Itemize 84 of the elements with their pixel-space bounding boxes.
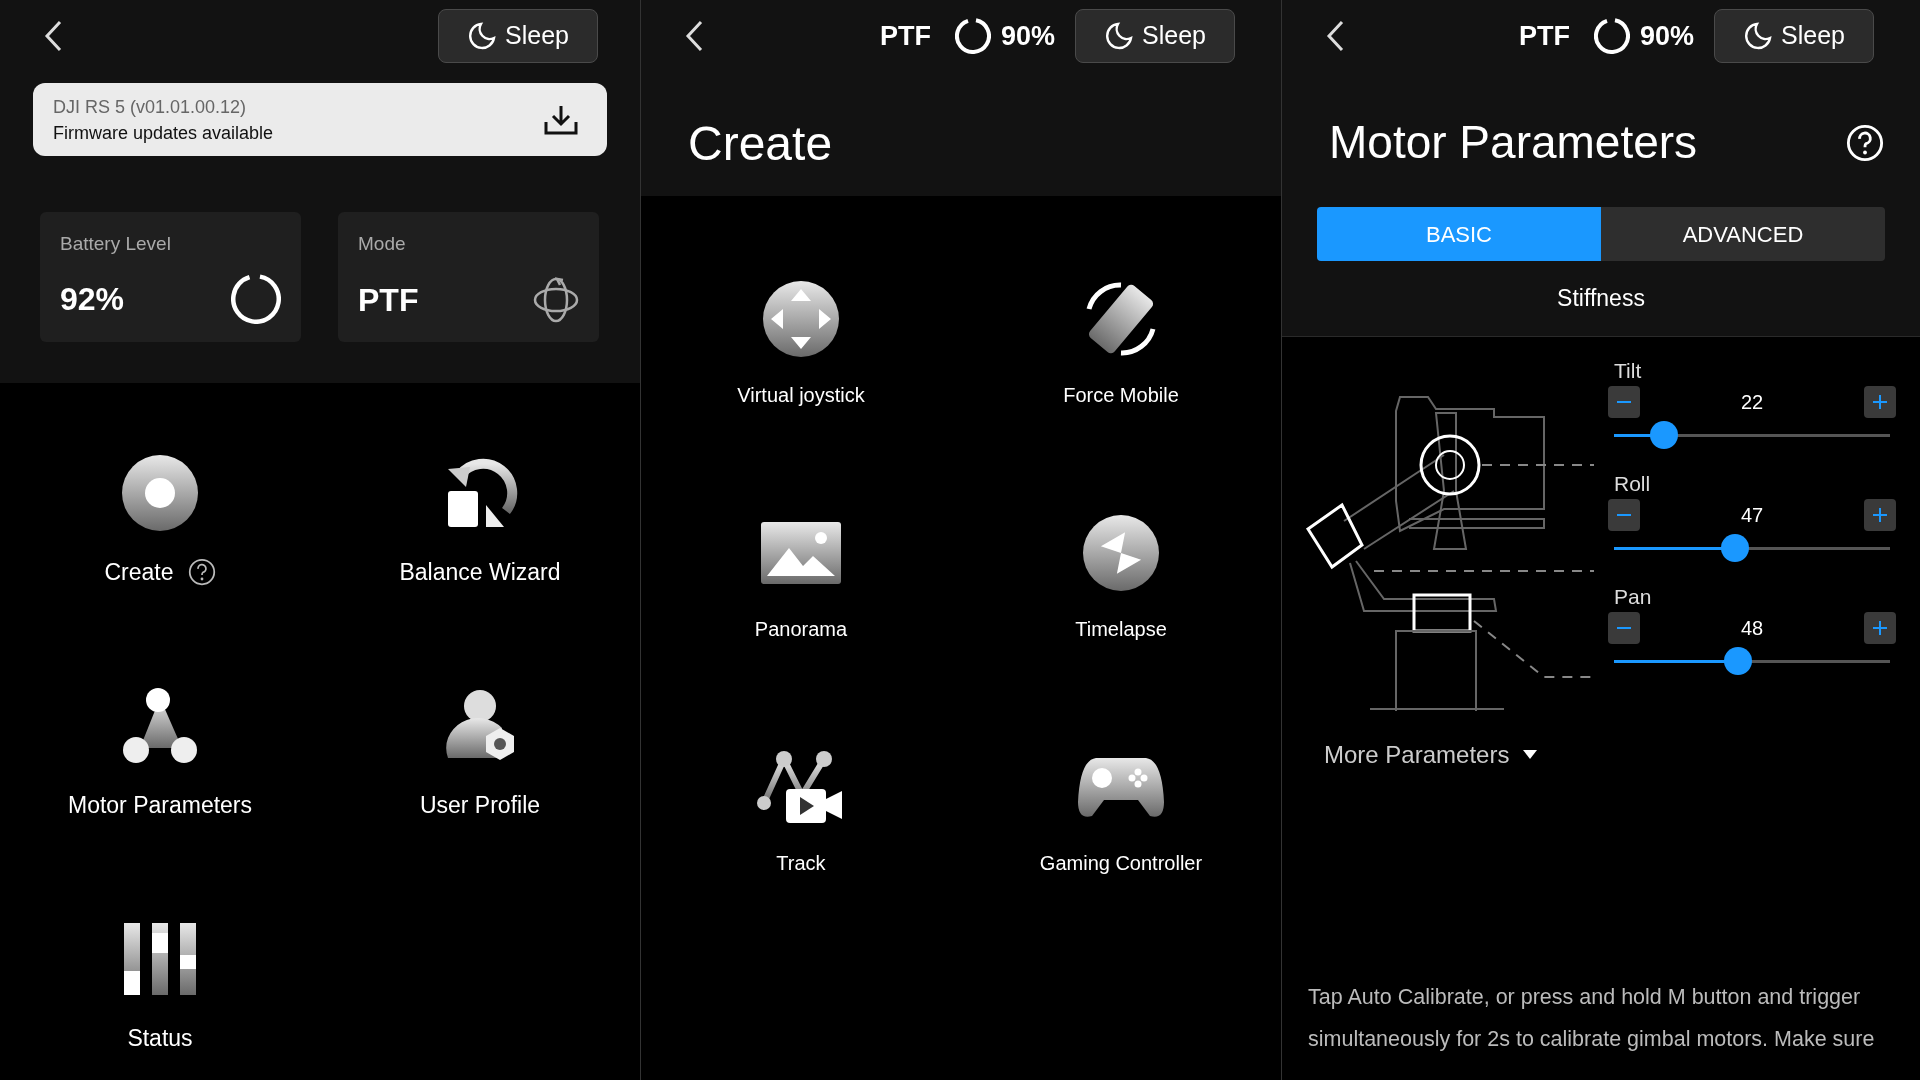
feature-tile[interactable]: Virtual joystick	[641, 276, 961, 510]
feature-tile[interactable]: Motor Parameters	[0, 676, 320, 909]
minus-icon	[1617, 400, 1631, 403]
feature-tile[interactable]: Create	[0, 443, 320, 676]
page-title: Create	[687, 116, 834, 172]
orbit-icon	[533, 277, 579, 323]
minus-icon	[1617, 626, 1631, 629]
sleep-button[interactable]: Sleep	[1714, 9, 1874, 63]
section-title: Stiffness	[1557, 284, 1645, 313]
dropdown-caret-icon	[1523, 750, 1538, 759]
joystick-icon	[761, 279, 841, 359]
moon-icon	[1104, 21, 1134, 51]
back-icon[interactable]	[44, 20, 64, 52]
stiffness-slider[interactable]	[1614, 533, 1890, 562]
slider-thumb[interactable]	[1721, 533, 1750, 562]
moon-icon	[1743, 21, 1773, 51]
stiffness-slider[interactable]	[1614, 420, 1890, 449]
item-label: Force Mobile	[1063, 383, 1179, 408]
menu-label: User Profile	[419, 791, 541, 820]
feature-tile[interactable]: Gaming Controller	[961, 744, 1281, 978]
feature-tile[interactable]: User Profile	[320, 676, 640, 909]
help-icon[interactable]	[187, 558, 216, 587]
landscape-image-icon	[759, 520, 843, 586]
minus-icon	[1617, 513, 1631, 516]
battery-ring-icon	[231, 274, 281, 324]
menu-label: Create	[104, 558, 174, 587]
back-icon[interactable]	[685, 20, 705, 52]
mode-tab[interactable]: ADVANCED	[1601, 207, 1885, 261]
menu-label: Balance Wizard	[399, 558, 561, 587]
more-parameters-toggle[interactable]: More Parameters	[1324, 736, 1538, 773]
hourglass-icon	[1081, 513, 1161, 593]
item-label: Panorama	[754, 617, 848, 642]
decrease-button[interactable]	[1608, 611, 1640, 644]
card-label: Battery Level	[60, 232, 172, 256]
download-icon[interactable]	[543, 103, 579, 136]
plus-icon	[1873, 394, 1887, 409]
increase-button[interactable]	[1864, 611, 1896, 644]
card-value: 92%	[60, 280, 125, 319]
page-title: Motor Parameters	[1329, 115, 1698, 170]
back-icon[interactable]	[1326, 20, 1346, 52]
motor-arm-icon	[120, 686, 200, 766]
item-label: Timelapse	[1075, 617, 1167, 642]
feature-tile[interactable]: Status	[0, 909, 320, 1080]
mode-label: PTF	[879, 19, 931, 53]
item-label: Virtual joystick	[737, 383, 865, 408]
feature-tile[interactable]: Force Mobile	[961, 276, 1281, 510]
feature-tile[interactable]: Timelapse	[961, 510, 1281, 744]
menu-label: Motor Parameters	[67, 791, 253, 820]
feature-tile[interactable]: Balance Wizard	[320, 443, 640, 676]
item-label: Gaming Controller	[1039, 851, 1203, 876]
increase-button[interactable]	[1864, 498, 1896, 531]
plus-icon	[1873, 620, 1887, 635]
firmware-banner[interactable]: DJI RS 5 (v01.01.00.12) Firmware updates available	[33, 83, 607, 156]
card-label: Mode	[358, 232, 407, 256]
calibration-note: Tap Auto Calibrate, or press and hold M button and trigger simultaneously for 2s to calibrate gimbal motors. Make sure	[1307, 984, 1876, 1053]
axis-label: Tilt	[1613, 357, 1643, 384]
axis-label: Pan	[1613, 583, 1653, 610]
slider-thumb[interactable]	[1649, 420, 1678, 449]
axis-value: 47	[1740, 502, 1764, 528]
axis-value: 22	[1740, 389, 1764, 415]
card-value: PTF	[358, 281, 419, 320]
increase-button[interactable]	[1864, 385, 1896, 418]
axis-label: Roll	[1613, 470, 1652, 497]
item-label: Track	[776, 851, 826, 876]
battery-ring-icon	[954, 18, 991, 54]
decrease-button[interactable]	[1608, 498, 1640, 531]
battery-ring-icon	[1593, 18, 1630, 54]
device-version: DJI RS 5 (v01.01.00.12)	[53, 95, 248, 119]
feature-tile[interactable]: Panorama	[641, 510, 961, 744]
slider-thumb[interactable]	[1724, 646, 1753, 675]
battery-percent: 90%	[1639, 19, 1694, 53]
feature-tile[interactable]: Track	[641, 744, 961, 978]
record-icon	[120, 453, 200, 533]
moon-icon	[467, 21, 497, 51]
battery-percent: 90%	[1000, 19, 1055, 53]
sleep-button[interactable]: Sleep	[1075, 9, 1235, 63]
mode-label: PTF	[1518, 19, 1570, 53]
menu-label: Status	[127, 1024, 193, 1053]
plus-icon	[1873, 507, 1887, 522]
banner-message: Firmware updates available	[53, 121, 274, 145]
sleep-button[interactable]: Sleep	[438, 9, 598, 63]
stiffness-slider[interactable]	[1614, 646, 1890, 675]
decrease-button[interactable]	[1608, 385, 1640, 418]
axis-value: 48	[1740, 615, 1764, 641]
